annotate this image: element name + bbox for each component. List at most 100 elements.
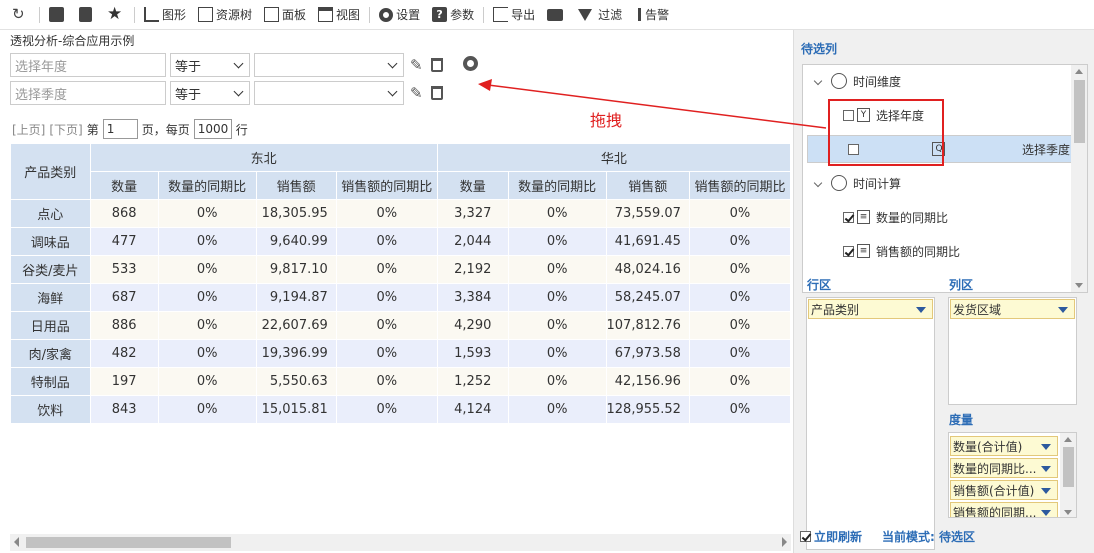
parameter-button-label: 参数 [450,8,475,22]
row-header-cell[interactable]: 饮料 [10,395,91,423]
scroll-thumb[interactable] [26,537,231,548]
edit-icon[interactable]: ✎ [410,84,423,102]
quarter-operator-select[interactable]: 等于 [170,81,250,105]
year-filter-input[interactable]: 选择年度 [10,53,166,77]
row-header-cell[interactable]: 肉/家禽 [10,339,91,368]
row-header-cell[interactable]: 特制品 [10,367,91,396]
measure-header[interactable]: 数量的同期比 [507,171,607,200]
auto-refresh-checkbox[interactable] [800,531,811,542]
measure-chip[interactable]: 数量的同期比... [950,458,1058,478]
table-cell: 0% [507,199,607,228]
dropdown-icon[interactable] [1041,444,1051,450]
measure-header[interactable]: 销售额 [605,171,690,200]
measure-chip[interactable]: 销售额的同期... [950,502,1058,518]
measure-header[interactable]: 数量的同期比 [157,171,257,200]
row-field-chip[interactable]: 产品类别 [808,299,933,319]
row-header-cell[interactable]: 海鲜 [10,283,91,312]
measure-zone[interactable]: 数量(合计值) 数量的同期比... 销售额(合计值) 销售额的同期... [948,432,1077,518]
toolbar-divider [369,6,371,23]
resource-tree-button[interactable]: 资源树 [192,0,258,30]
panel-button[interactable]: 面板 [258,0,312,30]
tree-label: 销售额的同期比 [876,244,961,259]
scroll-up-icon[interactable] [1075,69,1083,74]
scroll-right-icon[interactable] [782,537,787,547]
scroll-down-icon[interactable] [1064,510,1072,515]
filter-button[interactable]: 过滤 [572,0,628,30]
col-zone[interactable]: 发货区域 [948,297,1077,405]
gear-icon[interactable] [463,56,478,71]
table-cell: 0% [688,311,791,340]
save-as-button[interactable] [73,0,101,30]
col-field-chip[interactable]: 发货区域 [950,299,1075,319]
row-header[interactable]: 产品类别 [10,143,91,200]
measure-header[interactable]: 数量 [436,171,509,200]
rows-per-page-input[interactable]: 1000 [193,119,232,139]
edit-icon[interactable]: ✎ [410,56,423,74]
group-header-northeast[interactable]: 东北 [89,143,438,172]
measure-header[interactable]: 销售额的同期比 [688,171,791,200]
row-header-cell[interactable]: 日用品 [10,311,91,340]
dropdown-icon[interactable] [1041,510,1051,516]
col-zone-title: 列区 [949,278,974,292]
table-cell: 1,593 [436,339,509,368]
page-number-input[interactable]: 1 [102,119,138,139]
year-operator-select[interactable]: 等于 [170,53,250,77]
table-cell: 0% [688,339,791,368]
scroll-down-icon[interactable] [1075,283,1083,288]
pager: [上页] [下页] 第 1 页，每页 1000 行 [12,119,248,139]
tree-folder-time-calc[interactable]: 时间计算 [803,169,1071,197]
dropdown-icon[interactable] [1041,466,1051,472]
dropdown-icon[interactable] [916,307,926,313]
measure-label: 销售额的同期... [953,505,1037,518]
resource-tree-button-label: 资源树 [216,8,253,22]
row-header-cell[interactable]: 点心 [10,199,91,228]
table-cell: 687 [89,283,159,312]
measure-header[interactable]: 销售额的同期比 [335,171,438,200]
next-page-link[interactable]: [下页] [49,121,82,138]
year-value-select[interactable] [254,53,404,77]
measure-chip[interactable]: 销售额(合计值) [950,480,1058,500]
row-header-cell[interactable]: 调味品 [10,227,91,256]
auto-refresh-label[interactable]: 立即刷新 [814,528,862,545]
settings-button[interactable]: 设置 [373,0,426,30]
export-button[interactable]: 导出 [487,0,541,30]
save-button[interactable] [43,0,73,30]
scroll-thumb[interactable] [1074,80,1085,143]
measure-header[interactable]: 销售额 [255,171,337,200]
resource-tree-icon [198,7,214,22]
row-header-cell[interactable]: 谷类/麦片 [10,255,91,284]
checkbox-sales-yoy[interactable] [843,245,854,257]
alert-button[interactable]: 告警 [628,0,675,30]
tree-folder-time-dimension[interactable]: 时间维度 [803,67,1071,95]
horizontal-scrollbar[interactable] [10,534,791,551]
measure-chip[interactable]: 数量(合计值) [950,436,1058,456]
quarter-filter-input[interactable]: 选择季度 [10,81,166,105]
dropdown-icon[interactable] [1041,488,1051,494]
table-cell: 0% [507,339,607,368]
scroll-up-icon[interactable] [1064,437,1072,442]
table-cell: 2,044 [436,227,509,256]
dropdown-icon[interactable] [1058,307,1068,313]
refresh-button[interactable]: ↻ [6,0,36,30]
measure-scrollbar[interactable] [1060,433,1076,517]
measure-header[interactable]: 数量 [89,171,159,200]
parameter-button[interactable]: ? 参数 [426,0,480,30]
row-zone[interactable]: 产品类别 [806,297,935,550]
view-button[interactable]: 视图 [312,0,366,30]
chart-button[interactable]: 图形 [138,0,192,30]
favorite-button[interactable]: ★ [101,0,131,30]
prev-page-link[interactable]: [上页] [12,121,45,138]
table-cell: 2,192 [436,255,509,284]
group-header-north[interactable]: 华北 [436,143,791,172]
scroll-left-icon[interactable] [14,537,19,547]
tree-item-qty-yoy[interactable]: ≡ 数量的同期比 [803,203,1071,231]
tree-item-sales-yoy[interactable]: ≡ 销售额的同期比 [803,237,1071,265]
drag-annotation-label: 拖拽 [590,111,623,130]
tree-scrollbar[interactable] [1071,65,1087,292]
scroll-thumb[interactable] [1063,447,1074,487]
delete-icon[interactable] [430,58,443,72]
checkbox-qty-yoy[interactable] [843,211,854,223]
delete-icon[interactable] [430,86,443,100]
quarter-value-select[interactable] [254,81,404,105]
print-button[interactable] [541,0,572,30]
